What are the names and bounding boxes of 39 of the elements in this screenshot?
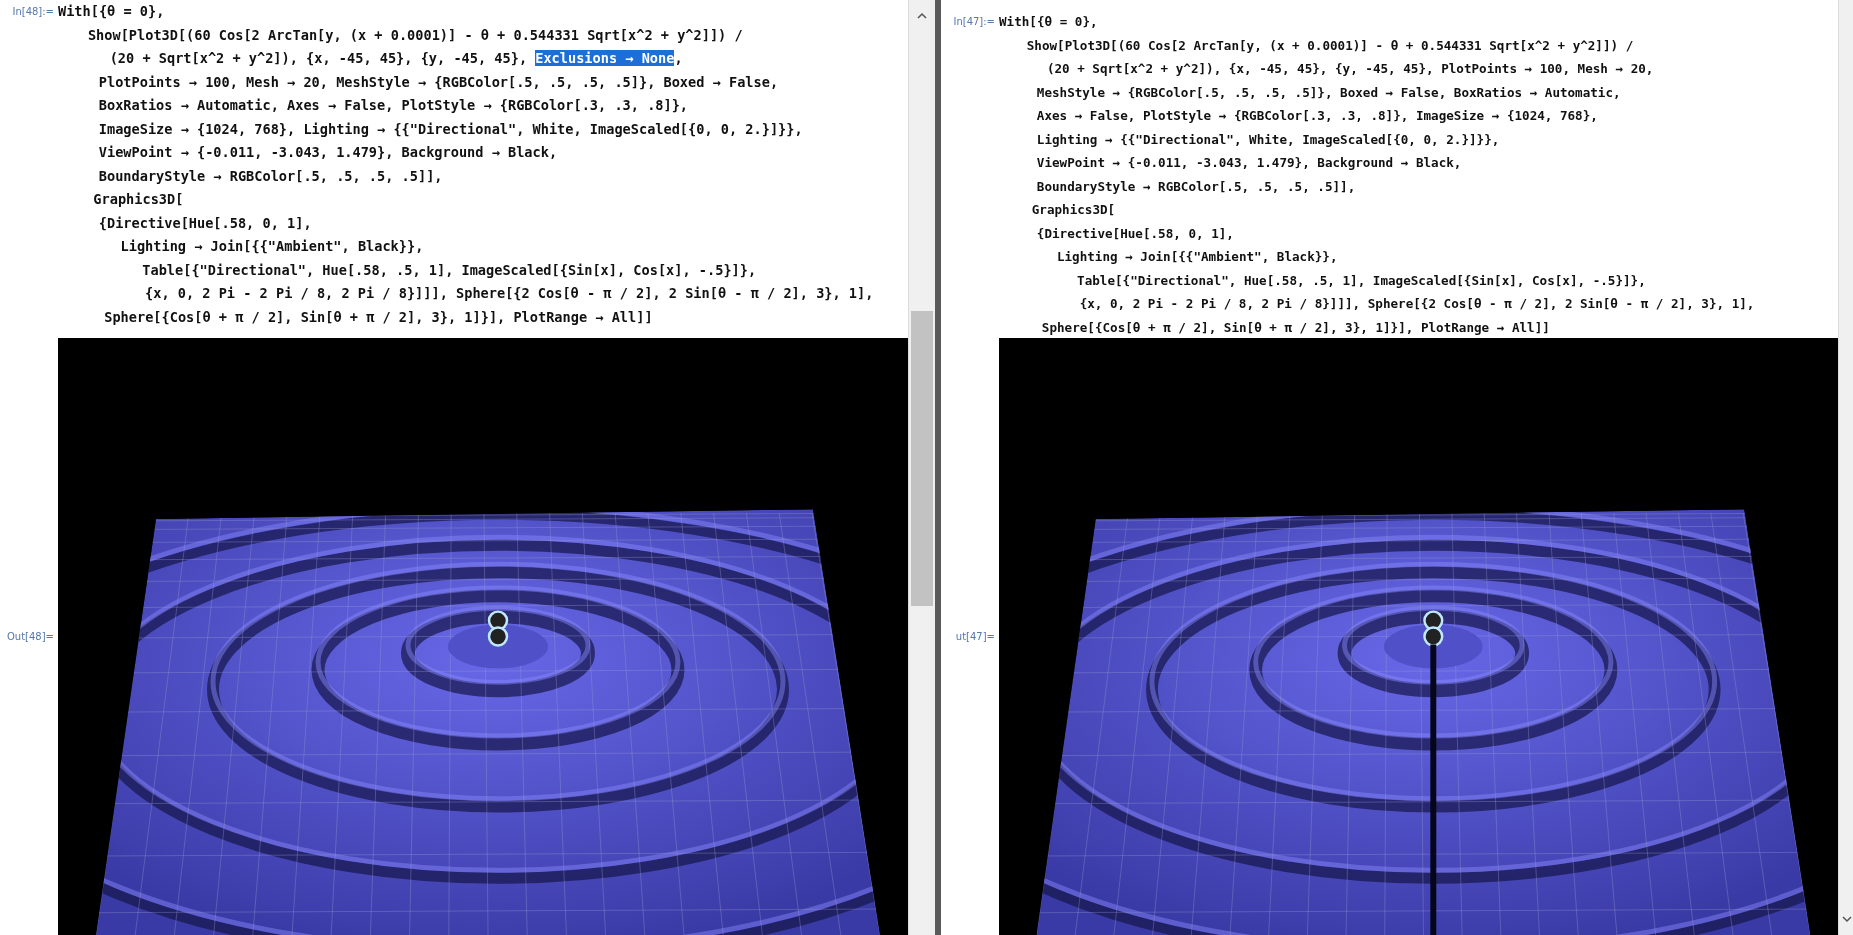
- code-text: Axes → False, PlotStyle → {RGBColor[.3, .3, .8]}, ImageSize → {1024, 768},: [1036, 108, 1598, 123]
- code-text: Lighting → Join[{{"Ambient", Black}},: [120, 238, 424, 254]
- code-text: With[{θ = 0},: [58, 3, 165, 19]
- code-text: Graphics3D[: [93, 191, 184, 207]
- scrollbar[interactable]: [1838, 0, 1853, 935]
- code-text: BoxRatios → Automatic, Axes → False, PlotStyle → {RGBColor[.3, .3, .8]},: [98, 97, 689, 113]
- code-text: {x, 0, 2 Pi - 2 Pi / 8, 2 Pi / 8}]]], Sphere[{2 Cos[θ - π / 2], 2 Sin[θ - π / 2], 3}, 1],: [1079, 296, 1755, 311]
- code-text: Show[Plot3D[(60 Cos[2 ArcTan[y, (x + 0.0001)] - θ + 0.544331 Sqrt[x^2 + y^2]]) /: [1026, 37, 1634, 53]
- code-text: {Directive[Hue[.58, 0, 1],: [98, 214, 312, 231]
- code-text: ViewPoint → {-0.011, -3.043, 1.479}, Background → Black,: [1036, 155, 1462, 170]
- output-cell-label: ut[47]=: [954, 631, 996, 642]
- code-text: PlotPoints → 100, Mesh → 20, MeshStyle → {RGBColor[.5, .5, .5, .5]}, Boxed → False,: [98, 73, 779, 90]
- code-text: Sphere[{Cos[θ + π / 2], Sin[θ + π / 2], 3}, 1]}], PlotRange → All]]: [1041, 319, 1550, 335]
- scroll-up-icon[interactable]: [917, 12, 927, 19]
- output-cell-label: Out[48]=: [5, 631, 55, 642]
- code-text: ,: [674, 50, 683, 66]
- selected-code-text: Exclusions → None: [535, 50, 675, 66]
- scroll-down-icon[interactable]: [1842, 916, 1852, 923]
- code-text: With[{θ = 0},: [999, 14, 1098, 29]
- code-text: Lighting → {{"Directional", White, ImageScaled[{0, 0, 2.}]}},: [1036, 131, 1500, 147]
- code-text: Show[Plot3D[(60 Cos[2 ArcTan[y, (x + 0.0001)] - θ + 0.544331 Sqrt[x^2 + y^2]]) /: [87, 26, 743, 43]
- code-text: Sphere[{Cos[θ + π / 2], Sin[θ + π / 2], 3}, 1]}], PlotRange → All]]: [104, 308, 653, 325]
- code-text: BoundaryStyle → RGBColor[.5, .5, .5, .5]],: [1036, 178, 1356, 194]
- code-text: Table[{"Directional", Hue[.58, .5, 1], ImageScaled[{Sin[x], Cos[x], -.5}]},: [1077, 272, 1646, 288]
- code-text: {x, 0, 2 Pi - 2 Pi / 8, 2 Pi / 8}]]], Sphere[{2 Cos[θ - π / 2], 2 Sin[θ - π / 2], 3}, 1],: [145, 285, 874, 301]
- code-text: ViewPoint → {-0.011, -3.043, 1.479}, Background → Black,: [98, 144, 558, 160]
- scrollbar[interactable]: [908, 0, 935, 935]
- scrollbar-thumb[interactable]: [911, 311, 933, 606]
- input-cell-label: In[47]:=: [952, 15, 996, 29]
- input-cell-label: In[48]:=: [11, 5, 55, 19]
- code-text: MeshStyle → {RGBColor[.5, .5, .5, .5]}, Boxed → False, BoxRatios → Automatic,: [1036, 84, 1621, 100]
- code-text: (20 + Sqrt[x^2 + y^2]), {x, -45, 45}, {y, -45, 45},: [109, 50, 529, 66]
- code-text: BoundaryStyle → RGBColor[.5, .5, .5, .5]],: [98, 167, 443, 184]
- code-text: Graphics3D[: [1031, 202, 1116, 217]
- code-text: Table[{"Directional", Hue[.58, .5, 1], ImageScaled[{Sin[x], Cos[x], -.5}]},: [142, 261, 757, 278]
- code-text: Lighting → Join[{{"Ambient", Black}},: [1056, 249, 1338, 264]
- code-text: ImageSize → {1024, 768}, Lighting → {{"Directional", White, ImageScaled[{0, 0, 2.}]}},: [98, 120, 803, 137]
- code-text: (20 + Sqrt[x^2 + y^2]), {x, -45, 45}, {y, -45, 45}, PlotPoints → 100, Mesh → 20,: [1046, 61, 1654, 76]
- code-text: {Directive[Hue[.58, 0, 1],: [1036, 225, 1234, 241]
